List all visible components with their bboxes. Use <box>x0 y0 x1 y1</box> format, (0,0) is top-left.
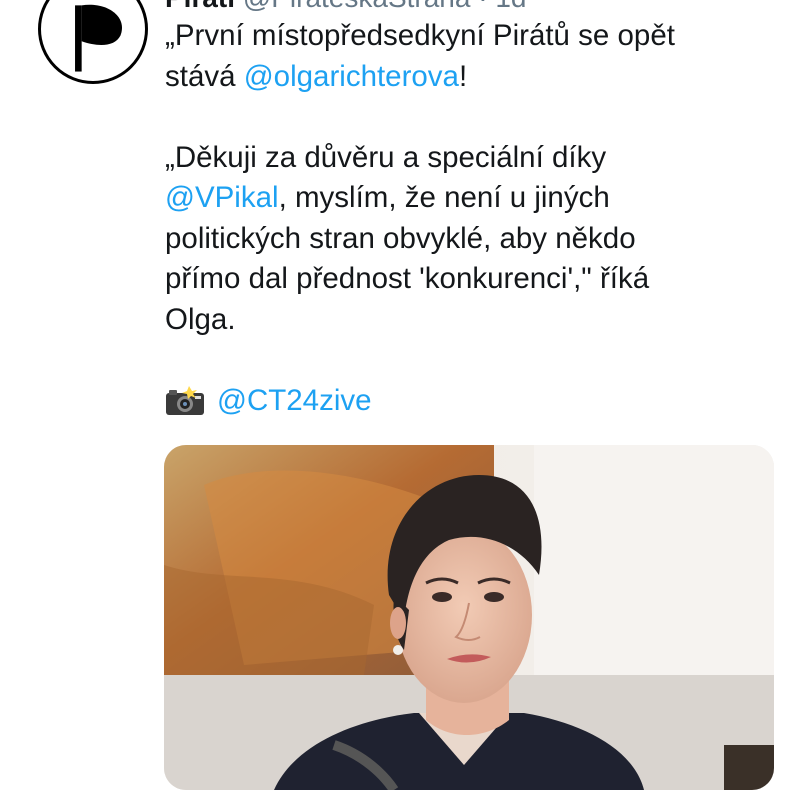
pirate-flag-icon <box>75 4 122 72</box>
author-name[interactable]: Piráti <box>165 0 235 13</box>
text-line: přímo dal přednost 'konkurenci'," říká <box>165 259 785 300</box>
mention-ct24zive[interactable]: @CT24zive <box>217 381 372 422</box>
text-segment: ! <box>458 59 468 93</box>
text-segment: přímo dal přednost 'konkurenci'," říká <box>165 262 650 295</box>
tweet-body: „První místopředsedkyní Pirátů se opět s… <box>165 16 785 421</box>
portrait-photo <box>164 445 774 790</box>
mention-vpikal[interactable]: @VPikal <box>165 181 279 214</box>
text-segment: Olga. <box>165 302 236 336</box>
text-line: @VPikal, myslím, že není u jiných <box>165 178 785 219</box>
text-line: Olga. <box>165 300 785 341</box>
text-segment: „První místopředsedkyní Pirátů se opět <box>165 19 675 52</box>
text-line: „První místopředsedkyní Pirátů se opět <box>165 16 785 57</box>
author-handle[interactable]: @PirateskaStrana <box>243 0 471 13</box>
tweet-age[interactable]: 1d <box>495 0 526 13</box>
text-segment: „Děkuji za důvěru a speciální díky <box>165 140 607 174</box>
tweet-header: Piráti @PirateskaStrana · 1d <box>165 0 527 12</box>
text-segment: stává <box>165 59 244 93</box>
separator-dot: · <box>478 0 487 13</box>
text-line: „Děkuji za důvěru a speciální díky <box>165 138 785 179</box>
text-segment: politických stran obvyklé, aby někdo <box>165 221 636 255</box>
mention-olgarichterova[interactable]: @olgarichterova <box>244 60 459 93</box>
tweet-media-photo[interactable] <box>164 445 774 790</box>
avatar[interactable] <box>38 0 148 84</box>
text-line: stává @olgarichterova! <box>165 57 785 98</box>
text-line: politických stran obvyklé, aby někdo <box>165 219 785 260</box>
photo-credit-line: @CT24zive <box>165 381 785 422</box>
camera-flash-icon <box>165 385 205 416</box>
text-segment: , myslím, že není u jiných <box>278 181 610 214</box>
